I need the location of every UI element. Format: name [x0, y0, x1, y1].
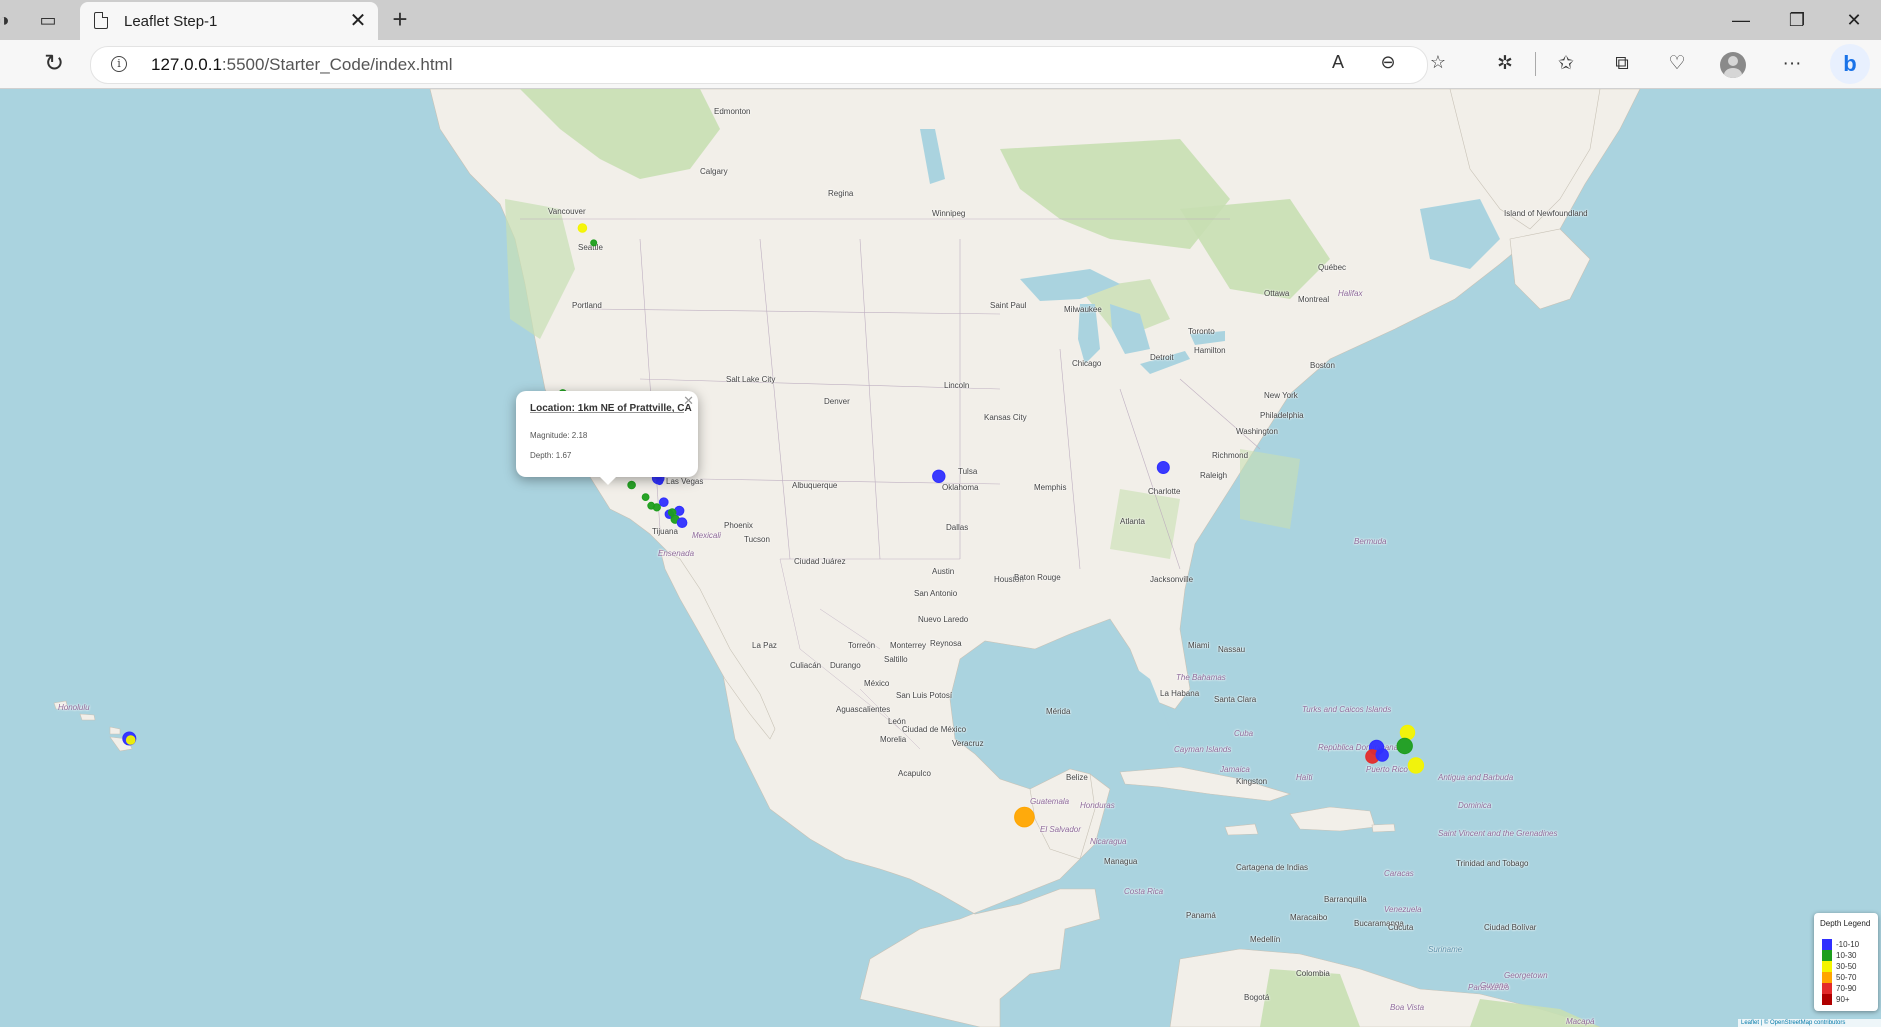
restore-icon[interactable]: ❐ — [1770, 0, 1824, 40]
legend-item: -10-10 — [1822, 939, 1859, 950]
earthquake-marker[interactable] — [667, 508, 677, 517]
close-window-icon[interactable]: ✕ — [1827, 0, 1881, 40]
tab-bar: ◑ ▭ Leaflet Step-1 ✕ + — ❐ ✕ — [0, 0, 1881, 40]
earthquake-marker[interactable] — [641, 493, 650, 502]
earthquake-marker[interactable] — [659, 497, 669, 508]
legend-swatch — [1822, 983, 1832, 994]
info-icon[interactable]: i — [111, 56, 127, 72]
address-bar: ↻ i 127.0.0.1:5500/Starter_Code/index.ht… — [0, 40, 1881, 89]
legend-label: 70-90 — [1836, 984, 1857, 993]
earthquake-marker[interactable] — [652, 503, 661, 512]
read-aloud-icon[interactable]: A — [1324, 48, 1352, 76]
legend-swatch — [1822, 994, 1832, 1005]
legend-swatch — [1822, 939, 1832, 950]
collections-icon[interactable]: ⧉ — [1606, 50, 1638, 78]
tab-title: Leaflet Step-1 — [124, 13, 218, 30]
legend-swatch — [1822, 972, 1832, 983]
legend-label: 90+ — [1836, 995, 1850, 1004]
url-host: 127.0.0.1 — [151, 55, 222, 74]
earthquake-marker[interactable] — [1156, 461, 1170, 474]
extensions-icon[interactable]: ✲ — [1489, 50, 1521, 78]
earthquake-marker[interactable] — [125, 735, 136, 745]
popup-depth: Depth: 1.67 — [530, 451, 572, 460]
popup-magnitude: Magnitude: 2.18 — [530, 431, 588, 440]
quake-popup[interactable]: ✕ Location: 1km NE of Prattville, CA Mag… — [516, 391, 698, 477]
earthquake-marker[interactable] — [1399, 724, 1416, 741]
earthquake-marker[interactable] — [577, 223, 588, 233]
legend-label: 10-30 — [1836, 951, 1857, 960]
url-text: 127.0.0.1:5500/Starter_Code/index.html — [151, 55, 453, 75]
legend-label: 30-50 — [1836, 962, 1857, 971]
zoom-out-icon[interactable]: ⊖ — [1374, 48, 1402, 76]
workspaces-icon[interactable]: ◑ — [0, 0, 22, 40]
earthquake-marker[interactable] — [627, 480, 636, 490]
earthquake-marker[interactable] — [656, 477, 664, 486]
legend-item: 90+ — [1822, 994, 1850, 1005]
tab-active[interactable]: Leaflet Step-1 ✕ — [80, 2, 378, 40]
star-icon[interactable]: ☆ — [1424, 48, 1452, 76]
legend-title: Depth Legend — [1820, 919, 1871, 928]
earthquake-marker[interactable] — [676, 517, 688, 529]
map-container[interactable]: Edmonton Calgary Regina Winnipeg Vancouver Se… — [0, 89, 1881, 1027]
legend-item: 50-70 — [1822, 972, 1856, 983]
popup-tip — [598, 475, 618, 485]
more-icon[interactable]: ··· — [1776, 50, 1808, 78]
map-attribution[interactable]: Leaflet | © OpenStreetMap contributors — [1738, 1019, 1881, 1027]
toolbar-separator — [1535, 52, 1536, 76]
performance-icon[interactable]: ♡ — [1661, 50, 1693, 78]
legend-swatch — [1822, 950, 1832, 961]
earthquake-markers[interactable] — [0, 89, 1881, 1027]
popup-divider — [530, 412, 684, 413]
url-input[interactable]: i 127.0.0.1:5500/Starter_Code/index.html — [90, 46, 1428, 84]
legend-item: 70-90 — [1822, 983, 1856, 994]
earthquake-marker[interactable] — [932, 469, 946, 483]
legend-label: 50-70 — [1836, 973, 1857, 982]
earthquake-marker[interactable] — [1407, 757, 1425, 774]
earthquake-marker[interactable] — [590, 239, 598, 247]
page-icon — [94, 12, 108, 29]
earthquake-marker[interactable] — [1014, 806, 1035, 828]
minimize-icon[interactable]: — — [1714, 0, 1768, 40]
legend-label: -10-10 — [1836, 940, 1860, 949]
legend-swatch — [1822, 961, 1832, 972]
reload-icon[interactable]: ↻ — [40, 50, 68, 78]
sidebar-icon[interactable]: ▭ — [30, 0, 66, 40]
legend-item: 30-50 — [1822, 961, 1856, 972]
close-icon[interactable]: ✕ — [346, 9, 370, 33]
earthquake-marker[interactable] — [1396, 737, 1413, 755]
plus-icon[interactable]: + — [386, 6, 414, 34]
bing-icon[interactable]: b — [1830, 44, 1870, 84]
depth-legend: Depth Legend -10-10 10-30 30-50 50-70 70… — [1814, 913, 1878, 1011]
url-path: :5500/Starter_Code/index.html — [221, 55, 453, 74]
favorites-icon[interactable]: ✩ — [1550, 50, 1582, 78]
profile-icon[interactable] — [1720, 52, 1746, 78]
legend-item: 10-30 — [1822, 950, 1856, 961]
earthquake-marker[interactable] — [1375, 748, 1389, 762]
